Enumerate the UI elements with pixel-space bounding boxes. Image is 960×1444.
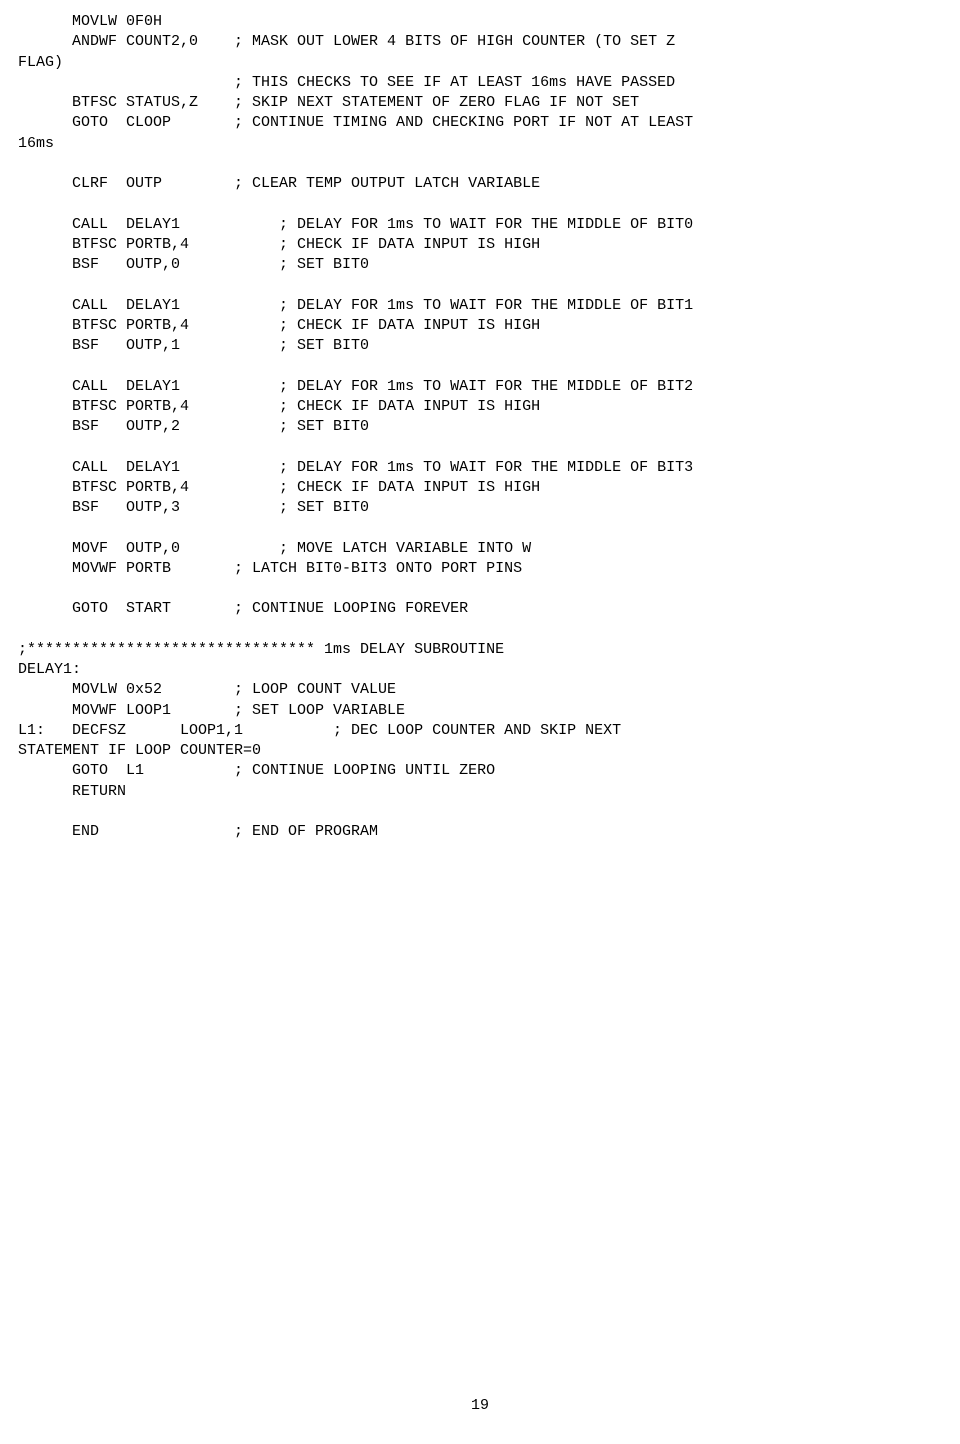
page-number: 19 — [0, 1396, 960, 1416]
assembly-code-listing: MOVLW 0F0H ANDWF COUNT2,0 ; MASK OUT LOW… — [18, 12, 942, 842]
